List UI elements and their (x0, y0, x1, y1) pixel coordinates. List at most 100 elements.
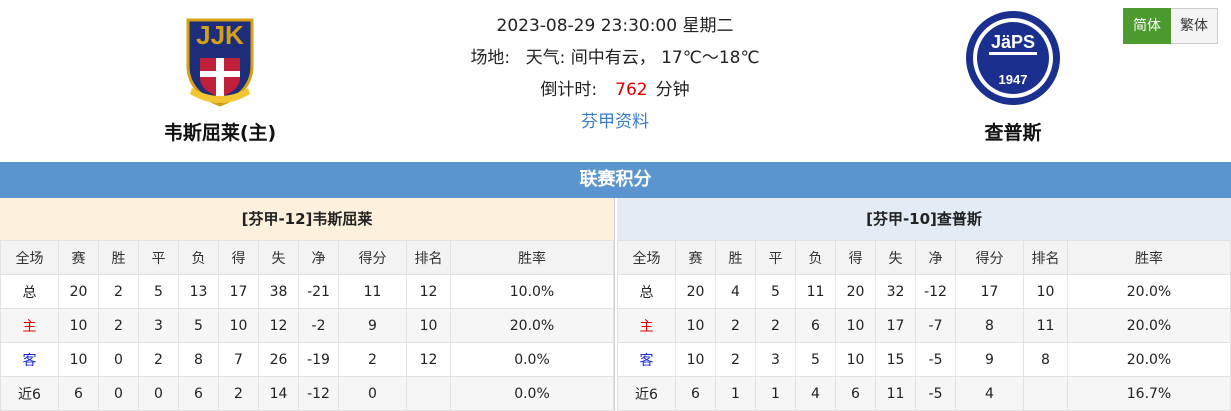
table-cell: 11 (1023, 308, 1068, 343)
home-team-name[interactable]: 韦斯屈莱(主) (120, 118, 320, 145)
away-standings-table: 全场 赛 胜 平 负 得 失 净 得分 排名 胜率 总 20 4 5 11 20 32 -12… (617, 240, 1231, 411)
table-cell: 2 (98, 308, 139, 343)
table-cell: 12 (258, 308, 299, 343)
table-cell: 8 (178, 342, 219, 377)
table-cell: 1 (755, 376, 796, 411)
traditional-chinese-button[interactable]: 繁体 (1171, 8, 1218, 44)
table-row: 近6 6 1 1 4 6 11 -5 4 16.7% (617, 376, 1231, 411)
table-cell: 0 (98, 376, 139, 411)
table-cell: 6 (835, 376, 876, 411)
column-header: 得 (218, 240, 259, 275)
home-team-logo: JJK (186, 18, 254, 107)
table-cell: 20.0% (1067, 342, 1231, 377)
column-header: 胜率 (450, 240, 614, 275)
venue-label: 场地: (470, 48, 511, 68)
table-cell: 6 (675, 376, 716, 411)
home-team: JJK 韦斯屈莱(主) (120, 8, 320, 145)
column-header: 负 (178, 240, 219, 275)
table-cell: 5 (795, 342, 836, 377)
table-cell: 11 (875, 376, 916, 411)
table-cell: 32 (875, 274, 916, 309)
table-cell: 38 (258, 274, 299, 309)
table-cell: -19 (298, 342, 339, 377)
svg-text:JJK: JJK (196, 20, 244, 50)
row-label: 近6 (617, 376, 676, 411)
column-header: 胜 (715, 240, 756, 275)
column-header: 平 (138, 240, 179, 275)
table-cell: 6 (178, 376, 219, 411)
table-cell: 0 (98, 342, 139, 377)
table-cell: 0 (338, 376, 407, 411)
simplified-chinese-button[interactable]: 简体 (1123, 8, 1171, 44)
table-cell: 4 (795, 376, 836, 411)
table-cell: 9 (955, 342, 1024, 377)
table-cell: 20.0% (1067, 274, 1231, 309)
svg-text:1947: 1947 (999, 72, 1028, 87)
row-label: 总 (0, 274, 59, 309)
countdown-value: 762 (615, 80, 648, 100)
table-cell: 12 (406, 274, 451, 309)
row-label: 主 (0, 308, 59, 343)
table-cell: 17 (218, 274, 259, 309)
table-cell: 0.0% (450, 376, 614, 411)
column-header: 得分 (338, 240, 407, 275)
table-cell: 10.0% (450, 274, 614, 309)
column-header: 胜 (98, 240, 139, 275)
league-info-link[interactable]: 芬甲资料 (410, 106, 820, 138)
countdown-unit: 分钟 (655, 80, 690, 100)
table-cell: 10 (675, 308, 716, 343)
table-cell: 20.0% (1067, 308, 1231, 343)
table-cell: 20 (58, 274, 99, 309)
countdown: 倒计时: 762 分钟 (410, 74, 820, 106)
table-cell: -12 (915, 274, 956, 309)
table-cell: 6 (795, 308, 836, 343)
table-cell: 2 (98, 274, 139, 309)
table-cell: 10 (1023, 274, 1068, 309)
table-cell: 7 (218, 342, 259, 377)
table-cell: 16.7% (1067, 376, 1231, 411)
column-header: 赛 (58, 240, 99, 275)
column-header: 净 (915, 240, 956, 275)
row-label: 客 (0, 342, 59, 377)
table-cell: 8 (955, 308, 1024, 343)
column-header: 平 (755, 240, 796, 275)
table-cell: 10 (835, 308, 876, 343)
table-cell: 5 (138, 274, 179, 309)
table-cell: 10 (406, 308, 451, 343)
away-standings-panel: [芬甲-10]查普斯 全场 赛 胜 平 负 得 失 净 得分 排名 胜率 总 20… (617, 198, 1231, 411)
table-cell: 0.0% (450, 342, 614, 377)
home-standings-panel: [芬甲-12]韦斯屈莱 全场 赛 胜 平 负 得 失 净 得分 排名 胜率 总2… (0, 198, 615, 411)
table-row: 主 10 2 3 5 10 12 -2 9 10 20.0% (0, 308, 614, 343)
league-standings-title: 联赛积分 (0, 162, 1231, 198)
home-standings-table: 全场 赛 胜 平 负 得 失 净 得分 排名 胜率 总 20 2 5 13 17 38 -21… (0, 240, 614, 411)
column-header: 得 (835, 240, 876, 275)
table-cell: -7 (915, 308, 956, 343)
table-cell: 2 (138, 342, 179, 377)
table-cell: 10 (218, 308, 259, 343)
table-cell: 5 (178, 308, 219, 343)
table-header-row: 全场 赛 胜 平 负 得 失 净 得分 排名 胜率 (0, 240, 614, 275)
table-row: 主 10 2 2 6 10 17 -7 8 11 20.0% (617, 308, 1231, 343)
language-switch: 简体 繁体 (1123, 8, 1218, 44)
away-team-name[interactable]: 查普斯 (913, 118, 1113, 145)
table-row: 总 20 4 5 11 20 32 -12 17 10 20.0% (617, 274, 1231, 309)
column-header: 全场 (617, 240, 676, 275)
table-row: 总 20 2 5 13 17 38 -21 11 12 10.0% (0, 274, 614, 309)
table-cell: 0 (138, 376, 179, 411)
table-cell: -5 (915, 376, 956, 411)
column-header: 排名 (1023, 240, 1068, 275)
match-header: JJK 韦斯屈莱(主) 2023-08-29 23:30:00 星期二 场地: … (0, 0, 1231, 162)
table-cell: 20.0% (450, 308, 614, 343)
table-cell: 2 (715, 308, 756, 343)
row-label: 客 (617, 342, 676, 377)
column-header: 赛 (675, 240, 716, 275)
table-cell: -21 (298, 274, 339, 309)
table-cell: 20 (835, 274, 876, 309)
table-header-row: 全场 赛 胜 平 负 得 失 净 得分 排名 胜率 (617, 240, 1231, 275)
table-cell: -5 (915, 342, 956, 377)
countdown-label: 倒计时: (540, 80, 598, 100)
table-cell: 12 (406, 342, 451, 377)
table-cell: 5 (755, 274, 796, 309)
row-label: 近6 (0, 376, 59, 411)
away-team: JäPS 1947 查普斯 (913, 8, 1113, 145)
